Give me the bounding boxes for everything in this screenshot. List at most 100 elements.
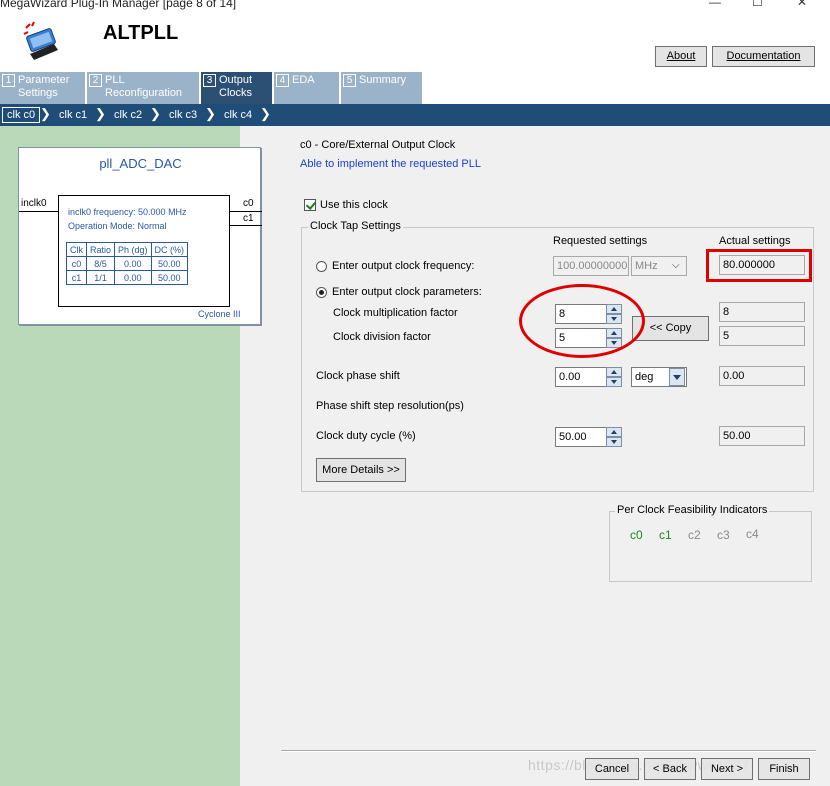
more-details-button[interactable]: More Details >>: [316, 458, 406, 482]
use-this-clock-checkbox[interactable]: [304, 199, 316, 211]
table-cell: 0.00: [114, 256, 152, 271]
table-cell: 1/1: [85, 270, 116, 285]
phase-shift-label: Clock phase shift: [316, 370, 400, 382]
megawizard-logo-icon: [23, 21, 58, 60]
subtab-clk-c4[interactable]: clk c4: [220, 107, 256, 123]
output-parameters-radio[interactable]: [316, 287, 327, 298]
group-title: Clock Tap Settings: [308, 220, 403, 232]
table-cell: c1: [66, 270, 87, 285]
back-button[interactable]: < Back: [644, 758, 696, 780]
duty-cycle-input[interactable]: 50.00: [555, 427, 607, 447]
spin-down-icon[interactable]: [606, 437, 622, 447]
feasibility-group: [609, 511, 812, 582]
tab-number: 3: [203, 74, 216, 87]
status-message: Able to implement the requested PLL: [300, 158, 482, 170]
actual-phase-field: 0.00: [719, 366, 805, 386]
subtab-clk-c1[interactable]: clk c1: [55, 107, 91, 123]
actual-duty-field: 50.00: [719, 426, 805, 446]
input-pin-line: [19, 211, 58, 212]
pll-symbol: pll_ADC_DAC inclk0 c0 c1 inclk0 frequenc…: [18, 147, 262, 325]
requested-settings-header: Requested settings: [553, 235, 648, 247]
table-cell: 50.00: [150, 256, 189, 271]
tab-label: Parameter: [18, 74, 70, 86]
tab-label: PLL: [105, 74, 125, 86]
subtab-clk-c3[interactable]: clk c3: [165, 107, 201, 123]
output-frequency-input[interactable]: 100.00000000: [553, 256, 629, 276]
output-pin-label: c0: [243, 198, 254, 209]
feasibility-title: Per Clock Feasibility Indicators: [615, 504, 770, 516]
tab-output-clocks[interactable]: 3 Output Clocks: [201, 72, 273, 104]
clock-summary-table: Clk Ratio Ph (dg) DC (%) c0 8/5 0.00 50.…: [66, 242, 189, 285]
table-row: c0 8/5 0.00 50.00: [66, 256, 189, 271]
multiplication-factor-label: Clock multiplication factor: [333, 307, 458, 319]
pll-block: inclk0 frequency: 50.000 MHz Operation M…: [58, 195, 230, 307]
duty-cycle-label: Clock duty cycle (%): [316, 430, 416, 442]
duty-cycle-spinner[interactable]: [606, 427, 622, 447]
table-cell: 8/5: [85, 256, 116, 271]
chevron-down-icon[interactable]: [669, 368, 685, 386]
phase-shift-spinner[interactable]: [606, 367, 622, 387]
documentation-button[interactable]: Documentation: [712, 46, 815, 67]
cancel-button[interactable]: Cancel: [585, 758, 639, 780]
output-parameters-label: Enter output clock parameters:: [332, 286, 482, 298]
finish-button[interactable]: Finish: [758, 758, 810, 780]
chevron-right-icon: ❯: [95, 106, 106, 121]
table-cell: c0: [66, 256, 87, 271]
output-pin-line: [230, 225, 262, 226]
section-title: c0 - Core/External Output Clock: [300, 139, 456, 151]
chevron-right-icon: ❯: [260, 106, 271, 121]
tab-label: Clocks: [219, 87, 253, 99]
wizard-header: ALTPLL About Documentation: [0, 14, 830, 72]
frequency-unit-select[interactable]: MHz ⌵: [631, 256, 687, 276]
close-button[interactable]: ✕: [797, 0, 807, 9]
tab-label: Settings: [18, 87, 58, 99]
output-frequency-radio[interactable]: [316, 261, 327, 272]
chevron-right-icon: ❯: [40, 106, 51, 121]
about-button[interactable]: About: [655, 46, 707, 67]
subtab-clk-c0[interactable]: clk c0: [2, 107, 41, 123]
title-bar: MegaWizard Plug-In Manager [page 8 of 14…: [0, 0, 830, 14]
spin-up-icon[interactable]: [606, 367, 622, 377]
table-header: Ratio: [85, 242, 116, 257]
frequency-unit-value: MHz: [635, 260, 658, 272]
window-title: MegaWizard Plug-In Manager [page 8 of 14…: [0, 0, 237, 10]
highlight-ellipse: [519, 284, 645, 358]
input-frequency-info: inclk0 frequency: 50.000 MHz: [68, 207, 187, 217]
tab-label: EDA: [292, 74, 315, 86]
maximize-button[interactable]: ☐: [752, 0, 763, 9]
use-this-clock-label: Use this clock: [320, 199, 388, 211]
phase-shift-input[interactable]: 0.00: [555, 367, 607, 387]
tab-pll-reconfiguration[interactable]: 2 PLL Reconfiguration: [87, 72, 200, 104]
feasibility-indicator-c4: c4: [746, 527, 759, 541]
output-pin-line: [230, 211, 262, 212]
output-frequency-label: Enter output clock frequency:: [332, 260, 475, 272]
spin-down-icon[interactable]: [606, 377, 622, 387]
app-title: ALTPLL: [103, 22, 179, 44]
tab-summary[interactable]: 5 Summary: [341, 72, 423, 104]
table-header: DC (%): [150, 242, 189, 257]
tab-number: 1: [2, 74, 15, 87]
table-row: c1 1/1 0.00 50.00: [66, 270, 189, 285]
next-button[interactable]: Next >: [701, 758, 753, 780]
actual-division-field: 5: [719, 326, 805, 346]
subtab-clk-c2[interactable]: clk c2: [110, 107, 146, 123]
tab-eda[interactable]: 4 EDA: [274, 72, 340, 104]
tab-label: Reconfiguration: [105, 87, 183, 99]
tab-parameter-settings[interactable]: 1 Parameter Settings: [0, 72, 86, 104]
feasibility-indicator-c1: c1: [659, 528, 672, 542]
spin-up-icon[interactable]: [606, 427, 622, 437]
clock-subtabs: clk c0 ❯ clk c1 ❯ clk c2 ❯ clk c3 ❯ clk …: [0, 104, 830, 126]
pll-name: pll_ADC_DAC: [99, 156, 182, 171]
feasibility-indicator-c3: c3: [717, 528, 730, 542]
tab-number: 5: [343, 74, 356, 87]
chevron-down-icon: ⌵: [672, 260, 680, 271]
table-header: Ph (dg): [114, 242, 152, 257]
minimize-button[interactable]: —: [709, 0, 721, 9]
table-cell: 0.00: [114, 270, 152, 285]
phase-unit-value: deg: [635, 371, 654, 383]
footer-divider: [281, 750, 816, 752]
tab-number: 2: [89, 74, 102, 87]
tab-number: 4: [276, 74, 289, 87]
tab-label: Output: [219, 74, 253, 86]
table-cell: 50.00: [150, 270, 189, 285]
